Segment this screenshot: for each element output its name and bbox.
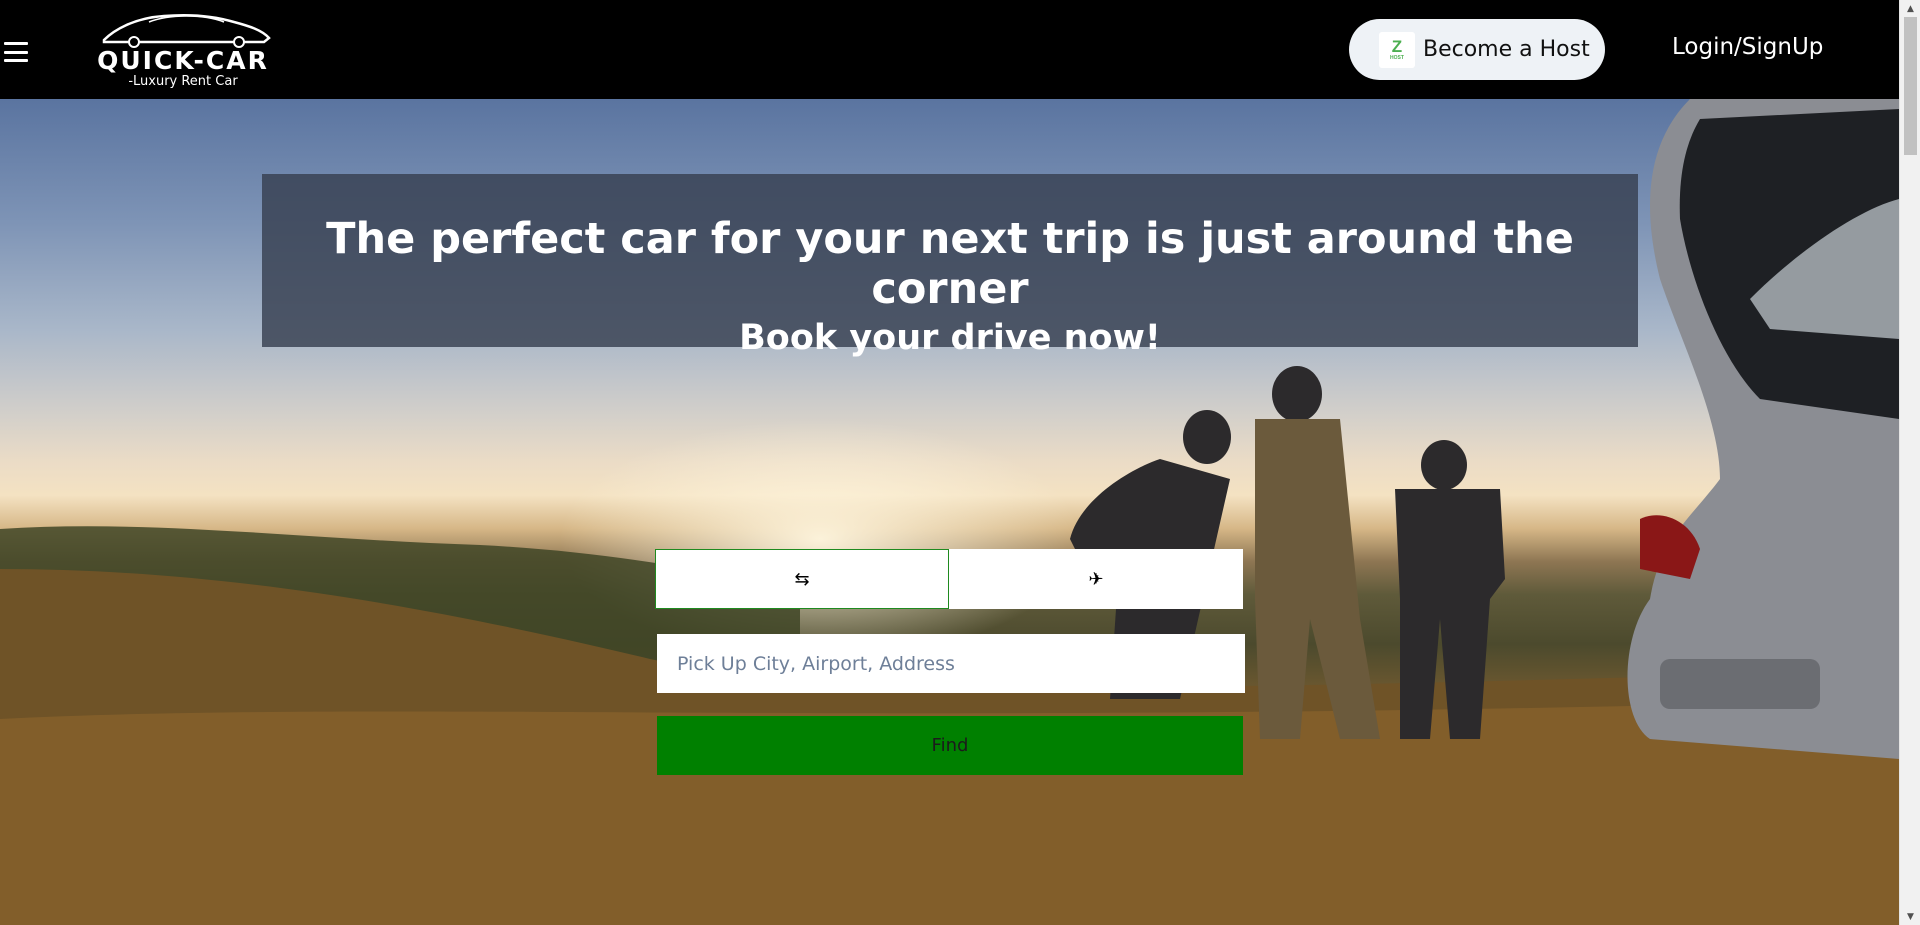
find-button[interactable]: Find <box>657 716 1243 775</box>
hero-headline: The perfect car for your next trip is ju… <box>326 214 1574 314</box>
page: QUICK-CAR -Luxury Rent Car Z HOST Become… <box>0 0 1899 925</box>
hamburger-icon[interactable] <box>4 42 28 62</box>
scroll-up-arrow-icon[interactable]: ▲ <box>1900 0 1920 17</box>
top-navbar: QUICK-CAR -Luxury Rent Car Z HOST Become… <box>0 0 1899 99</box>
become-host-label: Become a Host <box>1423 37 1590 62</box>
login-signup-link[interactable]: Login/SignUp <box>1672 34 1823 60</box>
logo-subtitle: -Luxury Rent Car <box>128 74 238 89</box>
hero-section: The perfect car for your next trip is ju… <box>0 99 1899 925</box>
host-badge-letter: Z <box>1391 36 1403 56</box>
host-badge-text: HOST <box>1390 54 1404 61</box>
brand-logo[interactable]: QUICK-CAR -Luxury Rent Car <box>76 8 296 92</box>
hero-subheadline: Book your drive now! <box>739 318 1161 358</box>
pickup-location-input[interactable] <box>657 634 1245 693</box>
tab-airport[interactable]: ✈ <box>949 549 1243 609</box>
headline-panel: The perfect car for your next trip is ju… <box>262 174 1638 358</box>
car-logo-icon <box>102 14 271 48</box>
airplane-icon: ✈ <box>1088 568 1104 590</box>
scrollbar-thumb[interactable] <box>1904 17 1917 155</box>
car-image <box>1627 99 1899 759</box>
host-badge-icon: Z HOST <box>1379 31 1415 68</box>
logo-title: QUICK-CAR <box>97 46 269 75</box>
tab-round-trip[interactable]: ⇆ <box>655 549 949 609</box>
page-scrollbar[interactable]: ▲ ▼ <box>1899 0 1920 925</box>
scroll-down-arrow-icon[interactable]: ▼ <box>1900 908 1920 925</box>
become-host-button[interactable]: Z HOST Become a Host <box>1349 19 1605 80</box>
swap-arrows-icon: ⇆ <box>794 568 810 590</box>
